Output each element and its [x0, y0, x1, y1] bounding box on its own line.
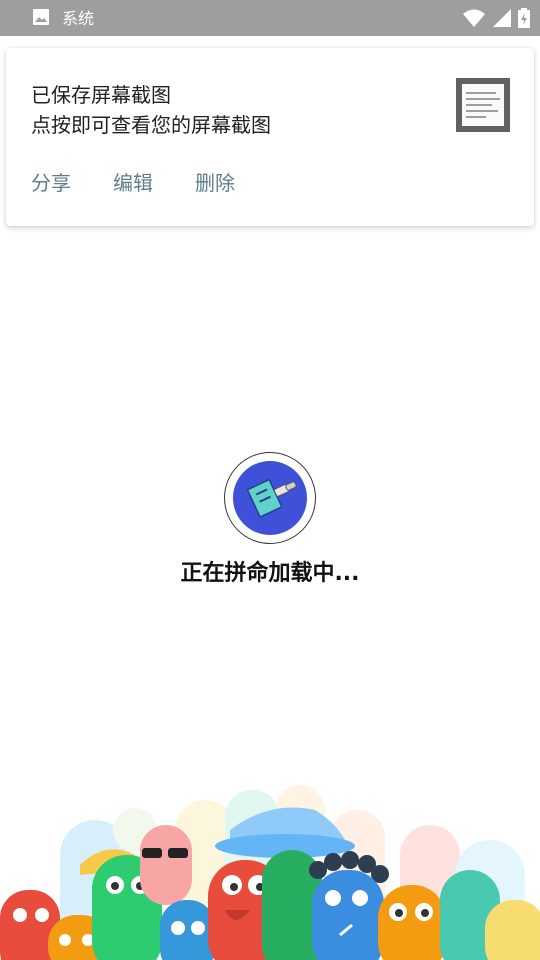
status-bar-icons	[462, 8, 530, 32]
notification-actions: 分享 编辑 删除	[31, 170, 235, 196]
image-icon	[32, 8, 50, 30]
status-bar-title: 系统	[62, 9, 95, 28]
battery-icon	[518, 8, 530, 32]
delete-button[interactable]: 删除	[195, 170, 235, 196]
screen: 系统 已保存屏幕截图 点按即可查看您的屏幕截图 分享 编辑 删除 正在拼命加载中…	[0, 0, 540, 960]
share-button[interactable]: 分享	[31, 170, 71, 196]
signal-icon	[492, 8, 512, 32]
wifi-icon	[462, 8, 486, 32]
edit-button[interactable]: 编辑	[113, 170, 153, 196]
notification-title: 已保存屏幕截图	[31, 83, 171, 107]
notification-text: 点按即可查看您的屏幕截图	[31, 113, 271, 137]
status-bar: 系统	[0, 0, 540, 36]
screenshot-thumbnail[interactable]	[456, 78, 510, 132]
status-bar-left: 系统	[32, 8, 94, 30]
screenshot-notification[interactable]: 已保存屏幕截图 点按即可查看您的屏幕截图 分享 编辑 删除	[6, 48, 534, 226]
colorful-characters-illustration	[0, 770, 540, 960]
loading-text: 正在拼命加载中...	[180, 561, 360, 586]
paintbrush-logo-icon	[224, 452, 316, 544]
